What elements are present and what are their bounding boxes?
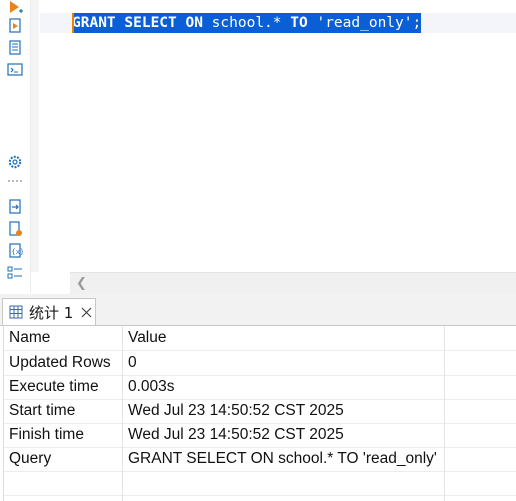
- row-name-cell[interactable]: Updated Rows: [9, 351, 121, 375]
- result-tab-bar: 统计 1: [0, 294, 516, 326]
- table-row[interactable]: Query GRANT SELECT ON school.* TO 'read_…: [4, 447, 516, 472]
- row-value-cell[interactable]: GRANT SELECT ON school.* TO 'read_only': [128, 447, 442, 471]
- row-value-cell[interactable]: 0: [128, 351, 442, 375]
- editor-gutter: [31, 0, 39, 272]
- terminal-icon[interactable]: [7, 62, 23, 78]
- table-row[interactable]: Finish time Wed Jul 23 14:50:52 CST 2025: [4, 423, 516, 448]
- scroll-left-icon[interactable]: ❮: [76, 276, 87, 291]
- sql-keywords-grant-select-on: GRANT SELECT ON: [72, 15, 203, 31]
- row-value-cell[interactable]: Wed Jul 23 14:50:52 CST 2025: [128, 399, 442, 423]
- statistics-result-grid: Name Value Updated Rows 0 Execute time 0…: [3, 326, 516, 501]
- column-divider: [444, 326, 445, 501]
- sql-role-literal: 'read_only';: [307, 15, 422, 31]
- table-row[interactable]: Execute time 0.003s: [4, 375, 516, 400]
- explain-plan-icon[interactable]: [7, 40, 23, 56]
- execute-script-icon[interactable]: [7, 18, 23, 34]
- column-header-value[interactable]: Value: [128, 326, 442, 350]
- save-icon[interactable]: [7, 221, 23, 237]
- grid-icon: [9, 305, 23, 319]
- svg-text:{x}: {x}: [12, 248, 24, 256]
- column-divider: [122, 326, 123, 501]
- tab-label: 统计 1: [29, 304, 74, 322]
- execute-icon[interactable]: [7, 0, 23, 16]
- row-name-cell[interactable]: Finish time: [9, 423, 121, 447]
- text-caret: [72, 13, 74, 33]
- row-name-cell[interactable]: Start time: [9, 399, 121, 423]
- row-name-cell[interactable]: Execute time: [9, 375, 121, 399]
- empty-table-row: [4, 471, 516, 496]
- row-name-cell[interactable]: Query: [9, 447, 121, 471]
- sql-object-name: school.*: [202, 15, 291, 31]
- column-header-name[interactable]: Name: [9, 326, 121, 350]
- editor-horizontal-scrollbar[interactable]: ❮: [70, 272, 516, 294]
- export-icon[interactable]: [7, 199, 23, 215]
- sql-editor[interactable]: GRANT SELECT ON school.* TO 'read_only';: [40, 0, 516, 272]
- close-icon[interactable]: [81, 307, 92, 318]
- variables-icon[interactable]: {x}: [7, 243, 23, 259]
- table-row[interactable]: Updated Rows 0: [4, 351, 516, 376]
- tab-statistics-1[interactable]: 统计 1: [2, 298, 96, 325]
- sql-keyword-to: TO: [290, 15, 308, 31]
- row-value-cell[interactable]: Wed Jul 23 14:50:52 CST 2025: [128, 423, 442, 447]
- more-icon[interactable]: [7, 178, 23, 184]
- settings-icon[interactable]: [7, 154, 23, 170]
- sql-statement-selected[interactable]: GRANT SELECT ON school.* TO 'read_only';: [72, 13, 422, 33]
- table-row[interactable]: Start time Wed Jul 23 14:50:52 CST 2025: [4, 399, 516, 424]
- outline-icon[interactable]: [7, 265, 23, 281]
- editor-side-toolbar: {x}: [0, 0, 31, 293]
- table-header-row: Name Value: [4, 326, 516, 351]
- row-value-cell[interactable]: 0.003s: [128, 375, 442, 399]
